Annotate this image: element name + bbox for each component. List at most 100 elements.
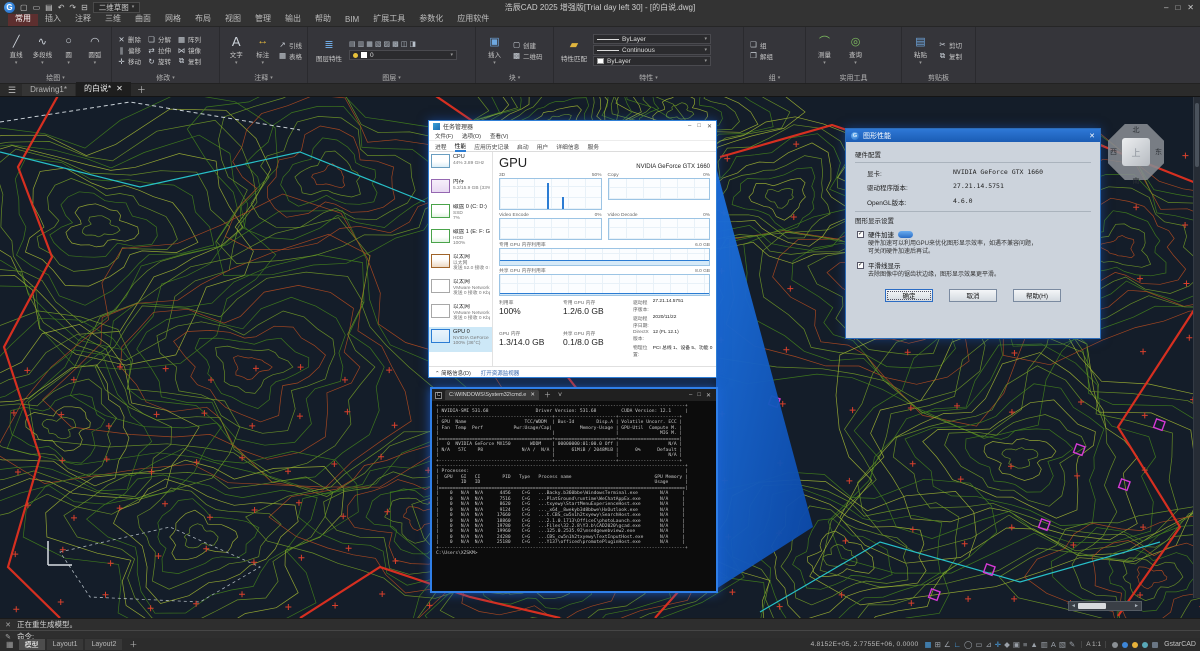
dialog-button[interactable]: 取消 xyxy=(949,289,997,302)
tm-tab[interactable]: 详细信息 xyxy=(556,142,579,151)
ribbon-tab[interactable]: 注释 xyxy=(68,12,98,26)
status-toggle-icon[interactable]: ∠ xyxy=(944,640,951,649)
layer-state-icon[interactable]: ▨ xyxy=(384,40,391,48)
ribbon-tab[interactable]: 参数化 xyxy=(412,12,450,26)
ribbon-tab[interactable]: 网格 xyxy=(158,12,188,26)
cmd-tab-close-icon[interactable]: ✕ xyxy=(530,392,535,398)
draw-tool-button[interactable]: ∿ 多段线 ▾ xyxy=(31,34,53,66)
fullscreen-icon[interactable] xyxy=(1152,642,1158,648)
tm-sidebar-item[interactable]: 以太网 VMware Network... 发送 0 接收 0 Kbps xyxy=(429,302,492,327)
close-tab-icon[interactable]: ✕ xyxy=(116,84,123,93)
task-manager-titlebar[interactable]: 任务管理器 – □ ✕ xyxy=(429,121,716,132)
compass-south[interactable]: 南 xyxy=(1133,176,1140,186)
add-layout-button[interactable]: ＋ xyxy=(125,639,141,650)
vertical-scrollbar-thumb[interactable] xyxy=(1195,103,1199,167)
tm-tab[interactable]: 应用历史记录 xyxy=(474,142,509,151)
layer-state-icon[interactable]: ▩ xyxy=(392,40,399,48)
panel-label-layers[interactable]: 图层▾ xyxy=(308,73,475,83)
layer-state-icon[interactable]: ▦ xyxy=(366,40,373,48)
compass-top-face[interactable]: 上 xyxy=(1122,138,1150,166)
tm-tab[interactable]: 进程 xyxy=(435,142,447,151)
horizontal-scrollbar[interactable]: ◄ ► xyxy=(1068,601,1142,611)
ribbon-tab[interactable]: BIM xyxy=(338,14,366,26)
layer-state-icon[interactable]: ◨ xyxy=(409,40,416,48)
layout-tab[interactable]: Layout2 xyxy=(85,639,122,650)
tm-fewer-details-button[interactable]: ⌃ 简略信息(D) xyxy=(435,369,471,377)
notification-bulb-icon[interactable] xyxy=(1132,642,1138,648)
layout-tab[interactable]: 模型 xyxy=(19,639,45,650)
tm-sidebar-item[interactable]: CPU 44% 3.89 GHz xyxy=(429,152,492,177)
tm-sidebar-item[interactable]: GPU 0 NVIDIA GeForce G... 100% (36°C) xyxy=(429,327,492,352)
status-toggle-icon[interactable]: ▧ xyxy=(1059,640,1066,649)
status-toggle-icon[interactable]: ▲ xyxy=(1030,640,1037,649)
clipboard-tool-button[interactable]: ⧉ 复制 xyxy=(938,51,962,61)
tm-menu-item[interactable]: 查看(V) xyxy=(490,132,508,140)
tm-sidebar-item[interactable]: 以太网 以太网 发送 52.0 接收 0 Kbps xyxy=(429,252,492,277)
draw-tool-button[interactable]: ○ 圆 ▾ xyxy=(58,34,80,66)
modify-tool-button[interactable]: ▦ 阵列 xyxy=(177,34,201,44)
tm-minimize-button[interactable]: – xyxy=(688,123,691,130)
compass-north[interactable]: 北 xyxy=(1133,125,1140,135)
modify-tool-button[interactable]: ❏ 分解 xyxy=(147,34,171,44)
modify-tool-button[interactable]: ⋈ 镜像 xyxy=(177,45,201,55)
property-select[interactable]: Continuous ▾ xyxy=(593,45,711,55)
dialog-close-icon[interactable]: ✕ xyxy=(1089,132,1095,140)
ribbon-tab[interactable]: 曲面 xyxy=(128,12,158,26)
draw-tool-button[interactable]: ◠ 圆弧 ▾ xyxy=(84,34,106,66)
quick-access-icon[interactable]: ⊟ xyxy=(79,3,90,12)
new-tab-button[interactable]: ＋ xyxy=(132,83,151,96)
panel-label-block[interactable]: 块▾ xyxy=(476,73,553,83)
status-toggle-icon[interactable]: A xyxy=(1051,640,1056,649)
status-toggle-icon[interactable]: ✎ xyxy=(1069,640,1075,649)
status-toggle-icon[interactable]: ▭ xyxy=(975,640,982,649)
ribbon-tab[interactable]: 应用软件 xyxy=(450,12,496,26)
annotation-scale[interactable]: A 1:1 xyxy=(1081,641,1106,648)
tm-sidebar-item[interactable]: 以太网 VMware Network... 发送 0 接收 0 Kbps xyxy=(429,277,492,302)
draw-tool-button[interactable]: ╱ 直线 ▾ xyxy=(5,34,27,66)
drawing-canvas[interactable]: 上 北 南 西 东 任务管理器 – □ ✕ 文件(F)选项(O)查看(V) xyxy=(0,97,1200,618)
property-select[interactable]: ByLayer ▾ xyxy=(593,34,711,44)
document-tab-active[interactable]: 的白说* ✕ xyxy=(76,82,131,96)
workspace-switcher[interactable]: 二维草图 ▾ xyxy=(93,2,141,13)
hardware-accel-status-icon[interactable] xyxy=(1122,642,1128,648)
utility-tool-button[interactable]: ◎ 查询 ▾ xyxy=(842,34,869,66)
group-tool-button[interactable]: ❒ 解组 xyxy=(749,51,773,61)
tm-sidebar-item[interactable]: 磁盘 0 (C: D:) SSD 7% xyxy=(429,202,492,227)
panel-label-utilities[interactable]: 实用工具 xyxy=(806,73,901,83)
block-tool-button[interactable]: ▩ 二维码 xyxy=(512,51,543,61)
close-button[interactable]: ✕ xyxy=(1187,3,1194,12)
modify-tool-button[interactable]: ⇄ 拉伸 xyxy=(147,45,171,55)
scroll-left-arrow-icon[interactable]: ◄ xyxy=(1071,603,1076,609)
ribbon-tab[interactable]: 布局 xyxy=(188,12,218,26)
quick-access-icon[interactable]: ▢ xyxy=(18,3,30,12)
status-toggle-icon[interactable]: ⊞ xyxy=(935,640,941,649)
ribbon-tab[interactable]: 常用 xyxy=(8,12,38,26)
modify-tool-button[interactable]: ✛ 移动 xyxy=(117,56,141,66)
close-command-icon[interactable]: ✕ xyxy=(4,621,12,629)
property-select[interactable]: ByLayer ▾ xyxy=(593,56,711,66)
panel-label-properties[interactable]: 特性▾ xyxy=(554,73,743,83)
smooth-lines-checkbox[interactable]: ✓ xyxy=(857,262,864,269)
maximize-button[interactable]: □ xyxy=(1175,3,1180,12)
clipboard-tool-button[interactable]: ✂ 剪切 xyxy=(938,40,962,50)
annotate-tool-button[interactable]: ▦ 表格 xyxy=(278,51,302,61)
tm-tab[interactable]: 启动 xyxy=(517,142,529,151)
panel-label-group[interactable]: 组▾ xyxy=(744,73,805,83)
status-toggle-icon[interactable]: ≡ xyxy=(1023,640,1027,649)
tab-menu-icon[interactable]: ☰ xyxy=(3,85,21,96)
panel-label-clipboard[interactable]: 剪贴板 xyxy=(902,73,975,83)
ribbon-tab[interactable]: 输出 xyxy=(278,12,308,26)
modify-tool-button[interactable]: ✕ 删除 xyxy=(117,34,141,44)
ribbon-tab[interactable]: 扩展工具 xyxy=(366,12,412,26)
modify-tool-button[interactable]: ⧉ 复制 xyxy=(177,56,201,66)
ribbon-tab[interactable]: 插入 xyxy=(38,12,68,26)
status-toggle-icon[interactable]: ⊿ xyxy=(985,640,991,649)
quick-access-icon[interactable]: ▤ xyxy=(43,3,55,12)
hardware-accel-checkbox[interactable]: ✓ xyxy=(857,231,864,238)
minimize-button[interactable]: – xyxy=(1164,3,1168,12)
dialog-button[interactable]: 确定 xyxy=(885,289,933,302)
cmd-titlebar[interactable]: C C:\WINDOWS\System32\cmd.e ✕ ＋ ˅ – □ ✕ xyxy=(432,389,716,401)
dialog-button[interactable]: 帮助(H) xyxy=(1013,289,1061,302)
tm-tab[interactable]: 性能 xyxy=(455,141,467,152)
layer-state-icon[interactable]: ▧ xyxy=(375,40,382,48)
